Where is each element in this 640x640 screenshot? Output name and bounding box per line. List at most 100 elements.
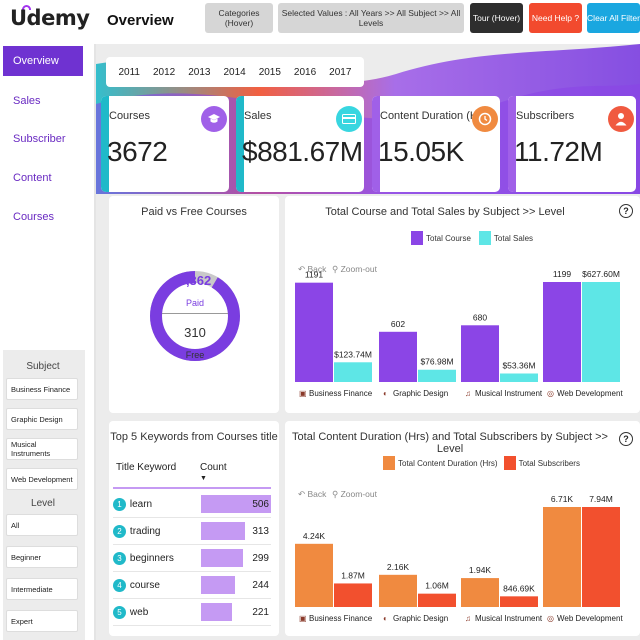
count-cell: 299 — [252, 552, 269, 564]
keyword-column-header[interactable]: Title Keyword — [116, 462, 176, 473]
bar-total-sales[interactable] — [334, 362, 372, 382]
duration-subscribers-bar-chart: 4.24K 2.16K 1.94K 6.71K 1.87M 1.06M 846.69K 7.9… — [295, 494, 623, 623]
category-label[interactable]: Business Finance — [309, 614, 373, 623]
count-bar — [201, 549, 243, 567]
free-value: 310 — [184, 325, 206, 340]
data-label: $76.98M — [420, 357, 453, 367]
page-title: Overview — [107, 12, 174, 29]
bar-total-subscribers[interactable] — [334, 583, 372, 607]
chart2-title: Total Content Duration (Hrs) and Total S… — [292, 431, 608, 455]
level-option[interactable]: Beginner — [6, 546, 78, 568]
table-row[interactable]: 4 course 244 — [113, 572, 271, 598]
chart1-legend: Total Course Total Sales — [411, 231, 533, 245]
kpi-card-sales: Sales $881.67M — [236, 96, 364, 192]
level-option[interactable]: Intermediate — [6, 578, 78, 600]
category-label[interactable]: Web Development — [557, 614, 623, 623]
subject-option[interactable]: Graphic Design — [6, 408, 78, 430]
udemy-logo: Udemy — [10, 6, 90, 30]
category-label[interactable]: Web Development — [557, 389, 623, 398]
help-icon[interactable]: ? — [619, 204, 633, 218]
clear-all-filter-button[interactable]: Clear All Filter — [587, 3, 640, 33]
briefcase-icon: ▣ — [299, 614, 307, 623]
legend-label: Total Sales — [493, 233, 534, 243]
level-option[interactable]: Expert — [6, 610, 78, 632]
kpi-value: $881.67M — [242, 136, 363, 167]
category-label[interactable]: Musical Instrument — [475, 614, 543, 623]
category-label[interactable]: Graphic Design — [393, 389, 448, 398]
count-column-header[interactable]: Count — [200, 462, 227, 473]
year-option[interactable]: 2017 — [329, 67, 351, 78]
category-label[interactable]: Business Finance — [309, 389, 373, 398]
bar-total-course[interactable] — [461, 325, 499, 382]
table-row[interactable]: 5 web 221 — [113, 599, 271, 625]
need-help-button[interactable]: Need Help ? — [529, 3, 582, 33]
kpi-card-content-duration: Content Duration (Hrs) 15.05K — [372, 96, 500, 192]
year-option[interactable]: 2012 — [153, 67, 175, 78]
category-label[interactable]: Musical Instrument — [475, 389, 543, 398]
year-option[interactable]: 2014 — [223, 67, 245, 78]
bar-total-content-duration-hrs-[interactable] — [543, 507, 581, 607]
legend-item-total-subscribers[interactable]: Total Subscribers — [503, 456, 580, 470]
data-label: 602 — [391, 319, 405, 329]
category-label[interactable]: Graphic Design — [393, 614, 448, 623]
subject-option[interactable]: Business Finance — [6, 378, 78, 400]
bar-total-course[interactable] — [379, 331, 417, 382]
nav-courses[interactable]: Courses — [3, 202, 83, 232]
chart1-title: Total Course and Total Sales by Subject … — [325, 206, 565, 218]
bar-total-subscribers[interactable] — [500, 596, 538, 607]
data-label: 680 — [473, 312, 487, 322]
subject-option[interactable]: Musical Instruments — [6, 438, 78, 460]
keyword-cell: learn — [129, 498, 153, 510]
bar-total-sales[interactable] — [418, 369, 456, 382]
rank-badge: 2 — [113, 524, 126, 538]
data-label: 6.71K — [551, 494, 574, 504]
data-label: 4.24K — [303, 531, 326, 541]
bar-total-course[interactable] — [543, 282, 581, 382]
help-icon[interactable]: ? — [619, 432, 633, 446]
kpi-card-courses: Courses 3672 — [101, 96, 229, 192]
table-header-rule — [113, 487, 271, 489]
subject-option[interactable]: Web Development — [6, 468, 78, 490]
bar-total-content-duration-hrs-[interactable] — [379, 574, 417, 607]
kpi-label: Subscribers — [516, 110, 575, 122]
data-label: $627.60M — [582, 269, 620, 279]
year-option[interactable]: 2011 — [118, 67, 140, 78]
bar-total-content-duration-hrs-[interactable] — [461, 578, 499, 607]
table-row[interactable]: 1 learn 506 — [113, 491, 271, 517]
count-cell: 506 — [252, 498, 269, 510]
bar-total-subscribers[interactable] — [418, 593, 456, 607]
year-option[interactable]: 2013 — [188, 67, 210, 78]
bar-total-sales[interactable] — [582, 282, 620, 382]
tour-button[interactable]: Tour (Hover) — [470, 3, 523, 33]
table-row[interactable]: 3 beginners 299 — [113, 545, 271, 571]
bar-total-sales[interactable] — [500, 373, 538, 382]
year-option[interactable]: 2015 — [259, 67, 281, 78]
level-option[interactable]: All — [6, 514, 78, 536]
sort-desc-icon[interactable]: ▼ — [200, 475, 207, 482]
data-label: 1.06M — [425, 581, 449, 591]
data-label: $123.74M — [334, 349, 372, 359]
data-label: 1199 — [553, 269, 572, 279]
legend-label: Total Content Duration (Hrs) — [398, 458, 498, 468]
count-cell: 244 — [252, 579, 269, 591]
nav-content[interactable]: Content — [3, 163, 83, 193]
year-option[interactable]: 2016 — [294, 67, 316, 78]
donut-divider — [162, 313, 228, 314]
bar-total-subscribers[interactable] — [582, 507, 620, 607]
legend-item-total-course[interactable]: Total Course — [411, 231, 471, 245]
table-row[interactable]: 2 trading 313 — [113, 518, 271, 544]
year-slicer: 2011 2012 2013 2014 2015 2016 2017 — [106, 57, 364, 87]
kpi-value: 15.05K — [378, 136, 464, 167]
count-bar — [201, 522, 245, 540]
categories-button[interactable]: Categories (Hover) — [205, 3, 273, 33]
kpi-value: 3672 — [107, 136, 168, 167]
bar-total-course[interactable] — [295, 282, 333, 382]
nav-sales[interactable]: Sales — [3, 86, 83, 116]
legend-item-total-content-duration[interactable]: Total Content Duration (Hrs) — [383, 456, 498, 470]
data-label: 7.94M — [589, 494, 613, 504]
rank-badge: 3 — [113, 551, 126, 565]
bar-total-content-duration-hrs-[interactable] — [295, 543, 333, 607]
legend-item-total-sales[interactable]: Total Sales — [478, 231, 534, 245]
nav-subscriber[interactable]: Subscriber — [3, 124, 83, 154]
nav-overview[interactable]: Overview — [3, 46, 83, 76]
